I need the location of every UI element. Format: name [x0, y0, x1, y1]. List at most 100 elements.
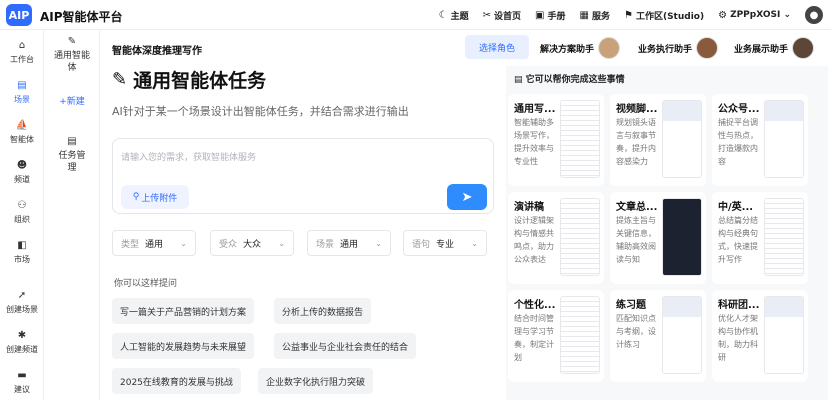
send-button[interactable]: ➤	[447, 184, 487, 210]
suggestion-chip[interactable]: 人工智能的发展趋势与未来展望	[112, 333, 255, 359]
main-content: 智能体深度推理写作 选择角色 解决方案助手 业务执行助手 业务展示助手 ✎ 通用智…	[100, 30, 831, 400]
nav-create-channel[interactable]: ✱ 创建频道	[0, 330, 44, 355]
capability-panel-title: ▤ 它可以帮你完成这些事情	[514, 72, 625, 85]
card-thumbnail	[764, 296, 804, 374]
card-desc: 捕捉平台调性与热点，打造爆款内容	[718, 118, 758, 166]
capability-card[interactable]: 个性化... 结合时间管理与学习节奏，制定计划	[508, 290, 604, 382]
filter-scene[interactable]: 场景 通用 ⌄	[307, 230, 391, 256]
filter-audience[interactable]: 受众 大众 ⌄	[210, 230, 294, 256]
user-menu[interactable]: ⚙ ZPPpXOSI ⌄	[718, 10, 791, 21]
top-nav: ☾ 主题 ✂ 设首页 ▣ 手册 ▦ 服务 ⚑ 工作区(Studio) ⚙ ZPPpXOSI …	[439, 0, 823, 30]
card-thumbnail	[764, 100, 804, 178]
user-name: ZPPpXOSI ⌄	[730, 10, 791, 20]
chevron-down-icon: ⌄	[278, 238, 285, 248]
page-title: 智能体深度推理写作	[112, 46, 202, 57]
capability-panel: ▤ 它可以帮你完成这些事情 通用写... 智能辅助多场景写作，提升效率与专业性 视…	[506, 66, 828, 400]
capability-card[interactable]: 中/英... 总结篇分结构与经典句式，快速提升写作	[712, 192, 808, 284]
service-label: 服务	[591, 11, 610, 22]
nav-feedback-label: 建议	[14, 385, 30, 394]
hero-title-text: 通用智能体任务	[133, 70, 267, 92]
hero-description: AI针对于某一个场景设计出智能体任务，并结合需求进行输出	[112, 105, 409, 118]
helper-solution-label: 解决方案助手	[540, 44, 595, 55]
suggestion-chip[interactable]: 企业数字化执行阻力突破	[258, 368, 374, 394]
card-desc: 设计逻辑架构与情感共鸣点，助力公众表达	[514, 216, 554, 264]
card-thumbnail	[662, 296, 702, 374]
theme-button[interactable]: ☾ 主题	[439, 9, 469, 22]
card-title: 视频脚...	[616, 104, 658, 115]
app-logo[interactable]: AIP	[6, 4, 32, 26]
workspace-button[interactable]: ⚑ 工作区(Studio)	[624, 9, 704, 22]
scissors-icon: ✂	[482, 9, 492, 21]
helper-solution[interactable]: 解决方案助手	[540, 36, 621, 60]
suggestion-chip[interactable]: 分析上传的数据报告	[274, 298, 372, 324]
nav-channel[interactable]: ☻ 频道	[0, 160, 44, 185]
select-role-button[interactable]: 选择角色	[465, 35, 529, 59]
nav-scene[interactable]: ▤ 场景	[0, 80, 44, 105]
helper-avatar	[792, 37, 815, 59]
helper-display-label: 业务展示助手	[734, 44, 789, 55]
home-icon: ⌂	[18, 40, 26, 51]
card-title: 公众号...	[718, 104, 760, 115]
service-button[interactable]: ▦ 服务	[580, 9, 610, 22]
capability-card[interactable]: 视频脚... 规划镜头语言与叙事节奏，提升内容感染力	[610, 94, 706, 186]
capability-card[interactable]: 练习题 匹配知识点与考纲，设计练习	[610, 290, 706, 382]
flag-icon: ⚑	[623, 9, 633, 21]
suggestion-heading: 你可以这样提问	[114, 279, 178, 289]
subnav-task-label: 任务管理	[58, 151, 86, 173]
subnav-task-management[interactable]: ▤ 任务管理	[44, 136, 100, 174]
capability-card[interactable]: 文章总... 提炼主旨与关键信息，辅助高效阅读与知	[610, 192, 706, 284]
chevron-down-icon: ⌄	[180, 238, 187, 248]
workspace-label: 工作区(Studio)	[635, 11, 705, 22]
book-icon: ▣	[535, 9, 545, 21]
filter-type[interactable]: 类型 通用 ⌄	[112, 230, 196, 256]
set-home-button[interactable]: ✂ 设首页	[483, 9, 521, 22]
filter-tone[interactable]: 语句 专业 ⌄	[403, 230, 487, 256]
chat-icon: ▬	[17, 370, 27, 381]
nav-market-label: 市场	[14, 255, 30, 264]
suggestion-chip[interactable]: 写一篇关于产品营销的计划方案	[112, 298, 255, 324]
filter-value: 通用	[340, 239, 359, 250]
send-icon: ➚	[17, 290, 27, 301]
card-desc: 智能辅助多场景写作，提升效率与专业性	[514, 118, 554, 166]
capability-card[interactable]: 科研团... 优化人才架构与协作机制，助力科研	[712, 290, 808, 382]
left-nav: ⌂ 工作台 ▤ 场景 ⛵ 智能体 ☻ 频道 ⚇ 组织 ◧ 市场 ➚ 创建场景 ✱ 创建频道 ▬ 建…	[0, 30, 44, 400]
filter-value: 大众	[243, 239, 262, 250]
helper-display[interactable]: 业务展示助手	[734, 36, 815, 60]
upload-attachment-button[interactable]: ⚲ 上传附件	[121, 185, 189, 209]
filter-value: 通用	[145, 239, 164, 250]
suggestion-chip[interactable]: 2025在线教育的发展与挑战	[112, 368, 241, 394]
nav-agent[interactable]: ⛵ 智能体	[0, 120, 44, 145]
paperclip-icon: ⚲	[132, 192, 140, 202]
helper-execution-label: 业务执行助手	[638, 44, 693, 55]
capability-card[interactable]: 演讲稿 设计逻辑架构与情感共鸣点，助力公众表达	[508, 192, 604, 284]
card-thumbnail	[662, 100, 702, 178]
nav-org[interactable]: ⚇ 组织	[0, 200, 44, 225]
sparkle-icon: ✱	[17, 330, 27, 341]
sub-nav: ✎ 通用智能体 +新建 ▤ 任务管理	[44, 30, 100, 400]
manual-button[interactable]: ▣ 手册	[535, 9, 565, 22]
nav-org-label: 组织	[14, 215, 30, 224]
org-icon: ⚇	[17, 200, 27, 211]
card-desc: 优化人才架构与协作机制，助力科研	[718, 314, 758, 362]
filter-key: 语句	[412, 239, 431, 250]
set-home-label: 设首页	[494, 11, 522, 22]
nav-workbench[interactable]: ⌂ 工作台	[0, 40, 44, 65]
subnav-general-agent[interactable]: ✎ 通用智能体	[44, 36, 100, 74]
card-title: 科研团...	[718, 300, 760, 311]
prompt-input[interactable]	[121, 147, 481, 167]
manual-label: 手册	[547, 11, 566, 22]
card-title: 中/英...	[718, 202, 754, 213]
nav-market[interactable]: ◧ 市场	[0, 240, 44, 265]
market-icon: ◧	[17, 240, 27, 251]
doc-icon: ▤	[514, 75, 526, 85]
helper-execution[interactable]: 业务执行助手	[638, 36, 719, 60]
user-icon: ☻	[16, 160, 28, 171]
capability-card[interactable]: 公众号... 捕捉平台调性与热点，打造爆款内容	[712, 94, 808, 186]
capability-card[interactable]: 通用写... 智能辅助多场景写作，提升效率与专业性	[508, 94, 604, 186]
filter-key: 受众	[219, 239, 238, 250]
suggestion-chip[interactable]: 公益事业与企业社会责任的结合	[274, 333, 417, 359]
nav-create-scene[interactable]: ➚ 创建场景	[0, 290, 44, 315]
nav-feedback[interactable]: ▬ 建议	[0, 370, 44, 395]
new-button[interactable]: +新建	[44, 96, 100, 108]
user-avatar[interactable]: ●	[805, 6, 823, 24]
